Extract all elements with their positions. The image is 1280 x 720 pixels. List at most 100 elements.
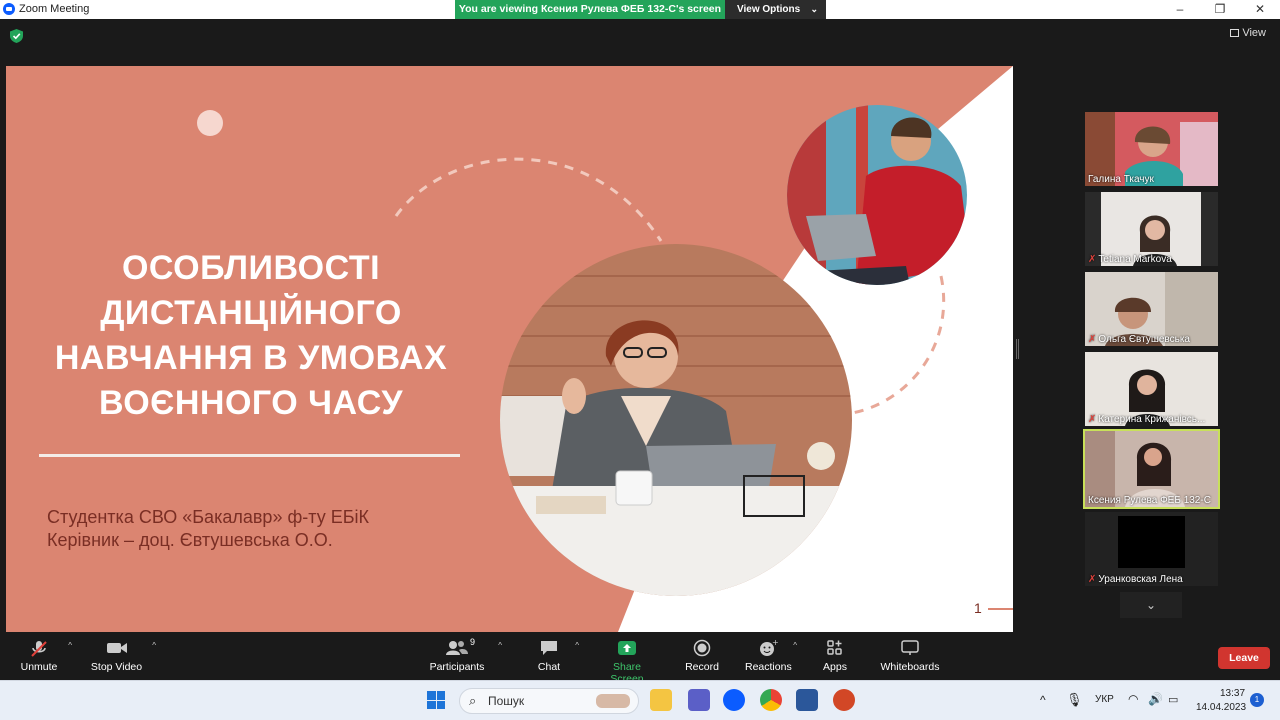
caret-up-icon[interactable]: ^ bbox=[575, 641, 579, 650]
participants-label: Participants bbox=[429, 661, 485, 673]
view-label: View bbox=[1242, 27, 1266, 39]
slide-dot bbox=[197, 110, 223, 136]
participant-name: Ксения Рулева ФЕБ 132-С bbox=[1088, 495, 1211, 506]
viewing-screen-banner: You are viewing Ксения Рулева ФЕБ 132-С'… bbox=[455, 0, 725, 19]
participant-tile-active-speaker[interactable]: Ксения Рулева ФЕБ 132-С bbox=[1083, 429, 1220, 509]
meeting-toolbar: Unmute ^ Stop Video ^ 9 Participants ^ C… bbox=[0, 633, 1280, 685]
unmute-button[interactable]: Unmute ^ bbox=[18, 639, 72, 677]
participant-name-label: Катерина Крижанівсь... bbox=[1098, 414, 1206, 425]
search-icon: ⌕ bbox=[469, 693, 477, 708]
reactions-label: Reactions bbox=[745, 661, 792, 673]
slide-title-line: ДИСТАНЦІЙНОГО bbox=[100, 294, 402, 332]
participant-tile[interactable]: Галина Ткачук bbox=[1085, 112, 1218, 186]
participant-name: ✗ Катерина Крижанівсь... bbox=[1088, 414, 1205, 425]
tray-overflow-chevron-icon[interactable]: ^ bbox=[1040, 693, 1046, 707]
apps-button[interactable]: Apps bbox=[821, 639, 849, 677]
window-title: Zoom Meeting bbox=[19, 3, 90, 15]
record-label: Record bbox=[685, 661, 719, 673]
slide-number-underline bbox=[988, 608, 1013, 610]
chevron-down-icon: ⌄ bbox=[810, 4, 818, 14]
mic-muted-icon: ✗ bbox=[1088, 574, 1097, 585]
slide-title-line: НАВЧАННЯ В УМОВАХ bbox=[54, 339, 448, 377]
zoom-app-icon bbox=[3, 3, 15, 15]
shared-screen-slide: ОСОБЛИВОСТІ ДИСТАНЦІЙНОГО НАВЧАННЯ В УМО… bbox=[6, 66, 1013, 632]
participant-tile[interactable]: ✗ Катерина Крижанівсь... bbox=[1085, 352, 1218, 426]
apps-label: Apps bbox=[823, 661, 847, 673]
view-button[interactable]: View bbox=[1230, 27, 1266, 39]
slide-supervisor-line: Керівник – доц. Євтушевська О.О. bbox=[47, 530, 333, 550]
close-button[interactable]: ✕ bbox=[1240, 0, 1280, 19]
teams-icon[interactable] bbox=[688, 689, 710, 711]
mic-muted-icon: ✗ bbox=[1088, 334, 1097, 345]
share-screen-icon bbox=[595, 639, 659, 661]
view-options-button[interactable]: View Options ⌄ bbox=[725, 0, 826, 19]
word-icon[interactable] bbox=[796, 689, 818, 711]
participant-name: Галина Ткачук bbox=[1088, 174, 1154, 185]
dashed-arc-top bbox=[394, 157, 663, 242]
volume-icon[interactable]: 🔊 bbox=[1148, 692, 1163, 706]
participant-name-label: Уранковская Лена bbox=[1098, 574, 1183, 585]
chat-icon bbox=[535, 639, 563, 661]
wifi-icon[interactable]: ◠ bbox=[1128, 692, 1138, 706]
language-indicator[interactable]: УКР bbox=[1095, 694, 1114, 705]
windows-start-icon[interactable] bbox=[427, 691, 445, 709]
participant-tile[interactable]: ✗ Tetiana Markova bbox=[1085, 192, 1218, 266]
clock-time[interactable]: 13:37 bbox=[1220, 688, 1245, 699]
windows-taskbar: ⌕ Пошук ^ 🎙 УКР ◠ 🔊 ▭ 13:37 14.04.2023 1 bbox=[0, 680, 1280, 720]
whiteboards-button[interactable]: Whiteboards bbox=[878, 639, 942, 677]
participant-name: ✗ Ольга Євтушевська bbox=[1088, 334, 1190, 345]
slide-title-line: ОСОБЛИВОСТІ bbox=[121, 249, 381, 287]
share-screen-button[interactable]: Share Screen bbox=[595, 639, 659, 685]
record-button[interactable]: Record bbox=[684, 639, 720, 677]
participant-name: ✗ Tetiana Markova bbox=[1088, 254, 1172, 265]
reactions-smiley-icon: + bbox=[745, 638, 791, 661]
slide-title: ОСОБЛИВОСТІ ДИСТАНЦІЙНОГО НАВЧАННЯ В УМО… bbox=[26, 246, 476, 426]
reactions-button[interactable]: + Reactions ^ bbox=[745, 638, 797, 677]
chrome-icon[interactable] bbox=[760, 689, 782, 711]
chevron-down-icon: ⌄ bbox=[1145, 598, 1157, 612]
gallery-scroll-down-button[interactable]: ⌄ bbox=[1120, 592, 1182, 618]
zoom-taskbar-icon[interactable] bbox=[723, 689, 745, 711]
participant-name-label: Tetiana Markova bbox=[1098, 254, 1172, 265]
caret-up-icon[interactable]: ^ bbox=[152, 641, 156, 650]
slide-subtitle: Студентка СВО «Бакалавр» ф-ту ЕБіК Керів… bbox=[47, 506, 369, 552]
participant-name: ✗ Уранковская Лена bbox=[1088, 574, 1183, 585]
whiteboard-icon bbox=[878, 639, 942, 661]
chat-button[interactable]: Chat ^ bbox=[535, 639, 579, 677]
title-bar: Zoom Meeting You are viewing Ксения Руле… bbox=[0, 0, 1280, 19]
split-resize-handle[interactable] bbox=[1016, 339, 1019, 359]
participants-button[interactable]: 9 Participants ^ bbox=[428, 637, 502, 677]
maximize-button[interactable]: ❐ bbox=[1200, 0, 1240, 19]
participants-icon bbox=[428, 639, 486, 661]
minimize-button[interactable]: – bbox=[1160, 0, 1200, 19]
powerpoint-icon[interactable] bbox=[833, 689, 855, 711]
stop-video-button[interactable]: Stop Video ^ bbox=[89, 639, 156, 677]
battery-icon[interactable]: ▭ bbox=[1168, 693, 1178, 706]
security-shield-icon[interactable] bbox=[10, 29, 23, 43]
taskbar-search[interactable]: ⌕ Пошук bbox=[459, 688, 639, 714]
participant-tile[interactable]: ✗ Уранковская Лена bbox=[1085, 512, 1218, 586]
slide-student-line: Студентка СВО «Бакалавр» ф-ту ЕБіК bbox=[47, 507, 370, 527]
caret-up-icon[interactable]: ^ bbox=[793, 641, 797, 650]
stop-video-label: Stop Video bbox=[90, 661, 143, 673]
unmute-label: Unmute bbox=[20, 661, 58, 673]
participants-count: 9 bbox=[470, 637, 476, 647]
mic-muted-icon: ✗ bbox=[1088, 254, 1097, 265]
view-options-label: View Options bbox=[737, 4, 801, 15]
grid-view-icon bbox=[1230, 29, 1240, 37]
microphone-icon[interactable]: 🎙 bbox=[1066, 692, 1083, 708]
caret-up-icon[interactable]: ^ bbox=[498, 641, 502, 650]
leave-button[interactable]: Leave bbox=[1218, 647, 1270, 669]
caret-up-icon[interactable]: ^ bbox=[68, 641, 72, 650]
apps-icon bbox=[821, 639, 849, 661]
search-highlight-icon bbox=[596, 694, 630, 708]
file-explorer-icon[interactable] bbox=[650, 689, 672, 711]
notification-badge[interactable]: 1 bbox=[1250, 693, 1264, 707]
whiteboards-label: Whiteboards bbox=[880, 661, 940, 673]
chat-label: Chat bbox=[537, 661, 561, 673]
clock-date[interactable]: 14.04.2023 bbox=[1196, 702, 1246, 713]
participant-tile[interactable]: ✗ Ольга Євтушевська bbox=[1085, 272, 1218, 346]
slide-title-line: ВОЄННОГО ЧАСУ bbox=[99, 384, 403, 422]
video-camera-icon bbox=[89, 639, 144, 661]
record-icon bbox=[684, 639, 720, 661]
